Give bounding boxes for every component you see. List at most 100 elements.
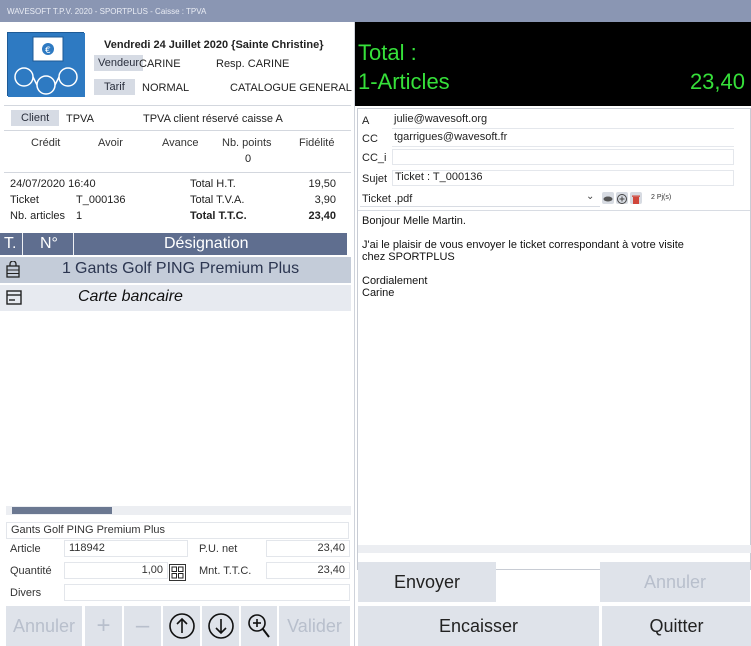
- ticket-datetime: 24/07/2020 16:40: [10, 178, 96, 190]
- responsable: Resp. CARINE: [216, 58, 290, 70]
- mnt-ttc-field[interactable]: 23,40: [266, 562, 350, 579]
- total-ttc-value: 23,40: [308, 210, 336, 222]
- grid-header: T. N° Désignation: [0, 233, 347, 255]
- valider-button[interactable]: Valider: [279, 606, 350, 646]
- client-description: TPVA client réservé caisse A: [143, 113, 283, 125]
- ticket-number: T_000136: [76, 194, 126, 206]
- row-number: 1: [62, 260, 71, 277]
- window-title: WAVESOFT T.P.V. 2020 - SPORTPLUS - Caiss…: [0, 0, 751, 22]
- annuler-button[interactable]: Annuler: [6, 606, 82, 646]
- arrow-down-button[interactable]: [202, 606, 239, 646]
- article-field[interactable]: 118942: [64, 540, 188, 557]
- client-label[interactable]: Client: [11, 110, 60, 126]
- article-label: Article: [10, 543, 41, 555]
- nb-articles-value: 1: [76, 210, 83, 222]
- avoir-header: Avoir: [98, 137, 123, 149]
- quantity-label: Quantité: [10, 565, 52, 577]
- row-designation: Carte bancaire: [78, 288, 183, 305]
- total-ht-label: Total H.T.: [190, 178, 236, 190]
- total-amount: 23,40: [689, 69, 745, 94]
- table-row[interactable]: Carte bancaire: [0, 285, 351, 311]
- client-value: TPVA: [66, 113, 94, 125]
- designation-column-header[interactable]: Désignation: [164, 235, 249, 253]
- view-attachment-button[interactable]: [602, 192, 614, 204]
- cc-field[interactable]: tgarrigues@wavesoft.fr: [392, 131, 734, 147]
- current-date: Vendredi 24 Juillet 2020 {Sainte Christi…: [104, 39, 324, 51]
- pu-net-field[interactable]: 23,40: [266, 540, 350, 557]
- svg-text:€: €: [45, 46, 51, 56]
- email-body[interactable]: Bonjour Melle Martin. J'ai le plaisir de…: [362, 215, 684, 299]
- add-circle-icon: [617, 194, 627, 204]
- row-designation: Gants Golf PING Premium Plus: [75, 260, 300, 277]
- mnt-ttc-label: Mnt. T.T.C.: [199, 565, 252, 577]
- attachment-count: 2 Pj(s): [651, 194, 672, 201]
- points-header: Nb. points: [222, 137, 272, 149]
- total-tva-value: 3,90: [314, 194, 336, 206]
- divider: [4, 105, 351, 106]
- zoom-in-icon: [248, 614, 270, 638]
- arrow-down-icon: [207, 613, 234, 639]
- to-field[interactable]: julie@wavesoft.org: [392, 113, 734, 129]
- basket-icon: [6, 261, 20, 278]
- to-label: A: [362, 115, 370, 127]
- vendeur-label[interactable]: Vendeur: [94, 55, 143, 71]
- chevron-down-icon: ⌄: [586, 191, 595, 202]
- points-value: 0: [245, 153, 252, 165]
- company-logo: €: [7, 32, 85, 97]
- right-panel: Total : 1-Articles 23,40 A julie@wavesof…: [355, 22, 751, 646]
- add-attachment-button[interactable]: [616, 192, 628, 204]
- detail-designation: Gants Golf PING Premium Plus: [6, 522, 349, 539]
- subject-label: Sujet: [362, 173, 388, 185]
- divers-field[interactable]: [64, 584, 350, 601]
- trash-icon: [632, 195, 640, 204]
- delete-attachment-button[interactable]: [630, 192, 642, 204]
- total-label: Total :: [358, 40, 417, 65]
- minus-button[interactable]: –: [124, 606, 161, 646]
- eye-icon: [603, 196, 613, 202]
- divider: [4, 172, 351, 173]
- total-ht-value: 19,50: [308, 178, 336, 190]
- envoyer-button[interactable]: Envoyer: [358, 562, 496, 602]
- total-tva-label: Total T.V.A.: [190, 194, 245, 206]
- subject-field[interactable]: Ticket : T_000136: [392, 170, 734, 186]
- cci-label: CC_i: [362, 152, 387, 164]
- number-column-header[interactable]: N°: [40, 235, 58, 253]
- credit-card-icon: [6, 290, 22, 305]
- arrow-up-icon: [168, 613, 195, 639]
- divider: [4, 130, 351, 131]
- quantity-grid-button[interactable]: [169, 564, 186, 581]
- total-line: 1-Articles: [358, 69, 450, 94]
- tarif-label[interactable]: Tarif: [94, 79, 135, 95]
- attachment-select[interactable]: Ticket .pdf ⌄: [360, 191, 600, 207]
- plus-button[interactable]: +: [85, 606, 122, 646]
- keypad-icon: [171, 566, 184, 579]
- avance-header: Avance: [162, 137, 199, 149]
- money-icon: €: [8, 33, 85, 97]
- left-panel: € Vendredi 24 Juillet 2020 {Sainte Chris…: [0, 22, 355, 646]
- cci-field[interactable]: [392, 149, 734, 165]
- email-composer: A julie@wavesoft.org CC tgarrigues@waves…: [357, 108, 751, 570]
- total-ttc-label: Total T.T.C.: [190, 210, 247, 222]
- pu-net-label: P.U. net: [199, 543, 238, 555]
- nb-articles-label: Nb. articles: [10, 210, 66, 222]
- total-display: Total : 1-Articles 23,40: [355, 22, 751, 106]
- attachment-name: Ticket .pdf: [362, 193, 413, 205]
- credit-header: Crédit: [31, 137, 61, 149]
- fidelite-header: Fidélité: [299, 137, 335, 149]
- cc-label: CC: [362, 133, 378, 145]
- quitter-button[interactable]: Quitter: [602, 606, 751, 646]
- tarif-value: NORMAL: [142, 82, 190, 94]
- table-row[interactable]: 1 Gants Golf PING Premium Plus: [0, 257, 351, 283]
- encaisser-button[interactable]: Encaisser: [358, 606, 599, 646]
- zoom-button[interactable]: [241, 606, 277, 646]
- scrollbar-thumb[interactable]: [12, 507, 112, 514]
- email-horizontal-scrollbar[interactable]: [358, 545, 751, 553]
- catalogue-name: CATALOGUE GENERAL: [230, 82, 352, 94]
- annuler-email-button[interactable]: Annuler: [600, 562, 750, 602]
- arrow-up-button[interactable]: [163, 606, 200, 646]
- ticket-label: Ticket: [10, 194, 39, 206]
- quantity-field[interactable]: 1,00: [64, 562, 168, 579]
- type-column-header[interactable]: T.: [4, 235, 16, 253]
- divers-label: Divers: [10, 587, 42, 599]
- vendeur-value: CARINE: [139, 58, 181, 70]
